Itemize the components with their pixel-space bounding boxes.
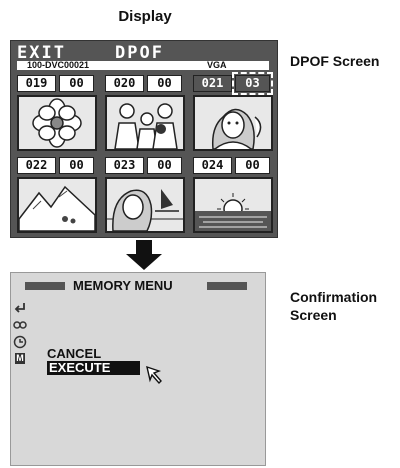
- print-quantity-selected[interactable]: 03: [232, 72, 273, 95]
- thumbnail-cell-019[interactable]: 019 00: [17, 75, 97, 151]
- cancel-option[interactable]: CANCEL: [47, 347, 101, 361]
- image-number: 020: [105, 75, 144, 92]
- info-bar: 100-DVC00021 VGA: [17, 61, 269, 70]
- pointer-cursor-icon: [146, 365, 162, 385]
- print-quantity[interactable]: 00: [147, 75, 182, 92]
- print-quantity[interactable]: 00: [235, 157, 270, 174]
- thumbnail-cell-023[interactable]: 023 00: [105, 157, 185, 233]
- image-number: 024: [193, 157, 232, 174]
- tape-icon[interactable]: [13, 318, 27, 332]
- dpof-title: DPOF: [115, 43, 164, 63]
- thumbnail-cell-021[interactable]: 021 03: [193, 72, 273, 151]
- memory-menu-screen: MEMORY MENU M CANCEL EXECUTE: [10, 272, 266, 466]
- header-bar-right: [207, 282, 247, 290]
- menu-side-icons: [13, 301, 27, 352]
- image-number: 022: [17, 157, 56, 174]
- return-icon[interactable]: [13, 301, 27, 315]
- thumbnail-cell-022[interactable]: 022 00: [17, 157, 97, 233]
- thumbnail-cell-020[interactable]: 020 00: [105, 75, 185, 151]
- display-heading: Display: [118, 8, 172, 25]
- print-quantity[interactable]: 00: [59, 75, 94, 92]
- image-number: 021: [193, 75, 232, 92]
- print-quantity[interactable]: 00: [147, 157, 182, 174]
- down-arrow-icon: [126, 240, 162, 270]
- confirmation-label-line2: Screen: [290, 307, 337, 323]
- woman-beach-thumbnail: [105, 177, 185, 233]
- print-quantity[interactable]: 00: [59, 157, 94, 174]
- thumbnail-cell-024[interactable]: 024 00: [193, 157, 273, 233]
- mountains-thumbnail: [17, 177, 97, 233]
- image-number: 019: [17, 75, 56, 92]
- header-bar-left: [25, 282, 65, 290]
- confirmation-label-line1: Confirmation: [290, 289, 378, 305]
- dpof-screen: EXIT DPOF 100-DVC00021 VGA 019 00 020 00…: [10, 40, 278, 238]
- image-number: 023: [105, 157, 144, 174]
- execute-option[interactable]: EXECUTE: [47, 361, 141, 375]
- dpof-screen-label: DPOF Screen: [290, 53, 380, 69]
- folder-name: 100-DVC00021: [27, 60, 90, 70]
- image-resolution: VGA: [207, 60, 227, 70]
- woman-portrait-thumbnail: [193, 95, 273, 151]
- clock-icon[interactable]: [13, 335, 27, 349]
- menu-header: MEMORY MENU: [11, 279, 265, 293]
- sunset-thumbnail: [193, 177, 273, 233]
- family-thumbnail: [105, 95, 185, 151]
- memory-mode-icon[interactable]: M: [15, 353, 25, 364]
- flower-thumbnail: [17, 95, 97, 151]
- menu-title: MEMORY MENU: [73, 278, 173, 293]
